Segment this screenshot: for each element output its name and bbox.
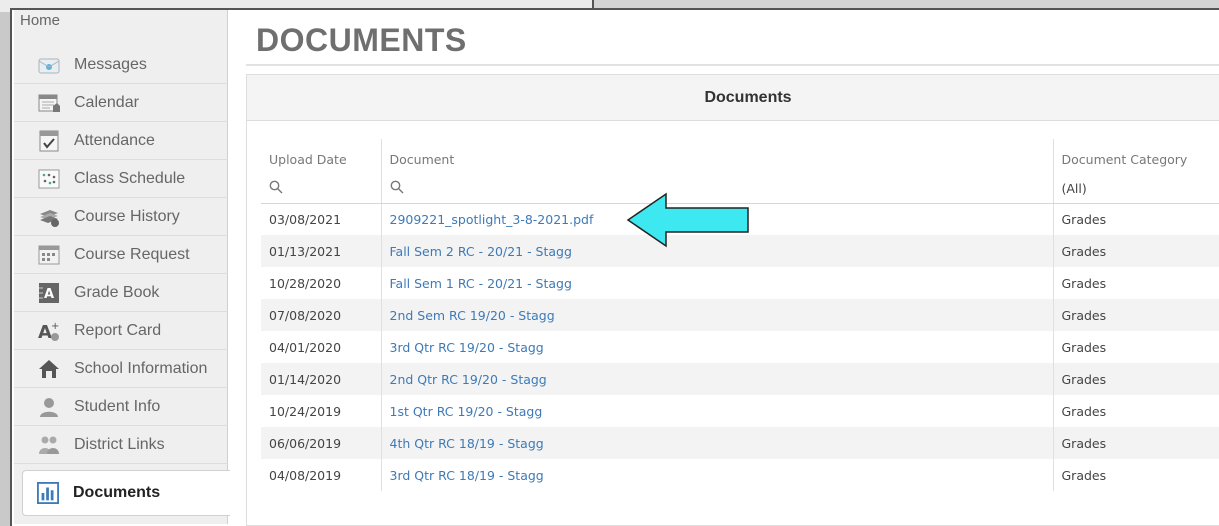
column-header-upload-date[interactable]: Upload Date	[261, 139, 382, 175]
course-request-icon	[38, 244, 60, 266]
sidebar-item-label: Course Request	[74, 245, 190, 263]
school-house-icon	[38, 358, 60, 380]
panel-title: Documents	[704, 88, 792, 106]
title-divider	[246, 64, 1219, 66]
document-cell: Fall Sem 1 RC - 20/21 - Stagg	[381, 267, 1054, 299]
document-cell: 4th Qtr RC 18/19 - Stagg	[381, 427, 1054, 459]
document-category-cell: Grades	[1061, 275, 1107, 291]
schedule-icon	[38, 168, 60, 190]
table-row: 07/08/2020 2nd Sem RC 19/20 - Stagg Grades	[261, 299, 1219, 331]
document-link[interactable]: 1st Qtr RC 19/20 - Stagg	[390, 404, 543, 419]
document-cell: 2nd Qtr RC 19/20 - Stagg	[381, 363, 1054, 395]
sidebar-item-label: Grade Book	[74, 283, 160, 301]
calendar-icon	[38, 92, 60, 114]
sidebar-item-label: Documents	[73, 484, 161, 501]
sidebar-item-label: District Links	[74, 435, 165, 453]
bar-chart-icon	[37, 482, 59, 504]
document-category-cell: Grades	[1061, 467, 1107, 483]
document-cell: 2nd Sem RC 19/20 - Stagg	[381, 299, 1054, 331]
document-category-cell: Grades	[1061, 339, 1107, 355]
document-link[interactable]: 3rd Qtr RC 18/19 - Stagg	[390, 468, 544, 483]
annotation-arrow-icon	[626, 192, 750, 253]
search-icon	[269, 180, 283, 197]
sidebar-item-report-card[interactable]: A + Report Card	[14, 312, 228, 350]
gradebook-icon: A	[38, 282, 60, 304]
upload-date-cell: 06/06/2019	[261, 427, 382, 459]
sidebar-item-district-links[interactable]: District Links	[14, 426, 228, 464]
sidebar-item-label: Report Card	[74, 321, 162, 339]
document-category-cell: Grades	[1053, 427, 1219, 459]
sidebar-item-messages[interactable]: Messages	[14, 46, 228, 84]
document-category-cell: Grades	[1053, 235, 1219, 267]
sidebar-item-attendance[interactable]: Attendance	[14, 122, 228, 160]
upload-date-cell: 07/08/2020	[261, 299, 382, 331]
category-filter-select[interactable]: (All)	[1053, 175, 1219, 204]
sidebar-item-label: School Information	[74, 359, 208, 377]
document-link[interactable]: Fall Sem 2 RC - 20/21 - Stagg	[390, 244, 572, 259]
search-icon	[390, 180, 404, 197]
sidebar-item-label: Attendance	[74, 131, 155, 149]
upload-date-cell: 10/28/2020	[261, 267, 382, 299]
upload-date-cell: 04/08/2019	[261, 459, 382, 491]
books-icon	[38, 206, 60, 228]
sidebar-item-calendar[interactable]: Calendar	[14, 84, 228, 122]
envelope-icon	[38, 54, 60, 76]
report-card-icon: A +	[38, 320, 60, 342]
sidebar-item-course-history[interactable]: Course History	[14, 198, 228, 236]
sidebar-item-course-request[interactable]: Course Request	[14, 236, 228, 274]
column-header-document-category[interactable]: Document Category	[1053, 139, 1219, 175]
page-title: DOCUMENTS	[256, 22, 467, 58]
document-link[interactable]: 2nd Sem RC 19/20 - Stagg	[390, 308, 555, 323]
attendance-checklist-icon	[38, 130, 60, 152]
sidebar-item-label: Course History	[74, 207, 180, 225]
panel-header: Documents	[247, 75, 1219, 121]
sidebar-item-school-information[interactable]: School Information	[14, 350, 228, 388]
sidebar-item-documents[interactable]: Documents	[22, 470, 230, 516]
person-icon	[38, 396, 60, 418]
document-cell: 3rd Qtr RC 18/19 - Stagg	[381, 459, 1054, 491]
document-cell: 1st Qtr RC 19/20 - Stagg	[381, 395, 1054, 427]
document-cell: 3rd Qtr RC 19/20 - Stagg	[381, 331, 1054, 363]
sidebar-item-home[interactable]: Home	[20, 12, 60, 34]
upload-date-cell: 10/24/2019	[261, 395, 382, 427]
table-row: 04/01/2020 3rd Qtr RC 19/20 - Stagg Grades	[261, 331, 1219, 363]
sidebar-nav: Home Messages Calendar Attendance Class …	[14, 10, 230, 524]
table-row: 01/14/2020 2nd Qtr RC 19/20 - Stagg Grades	[261, 363, 1219, 395]
document-category-cell: Grades	[1053, 299, 1219, 331]
upload-date-cell: 01/13/2021	[261, 235, 382, 267]
document-category-cell: Grades	[1061, 403, 1107, 419]
svg-text:A: A	[38, 322, 52, 342]
document-category-cell: Grades	[1053, 363, 1219, 395]
svg-text:+: +	[51, 321, 59, 332]
document-link[interactable]: 2nd Qtr RC 19/20 - Stagg	[390, 372, 547, 387]
document-link[interactable]: Fall Sem 1 RC - 20/21 - Stagg	[390, 276, 572, 291]
document-link[interactable]: 2909221_spotlight_3-8-2021.pdf	[390, 212, 594, 227]
table-row: 06/06/2019 4th Qtr RC 18/19 - Stagg Grades	[261, 427, 1219, 459]
table-row: 04/08/2019 3rd Qtr RC 18/19 - Stagg Grades	[261, 459, 1219, 491]
table-row: 10/24/2019 1st Qtr RC 19/20 - Stagg Grades	[261, 395, 1219, 427]
people-icon	[38, 434, 60, 456]
column-header-document[interactable]: Document	[381, 139, 1054, 175]
sidebar-item-label: Calendar	[74, 93, 139, 111]
document-category-cell: Grades	[1061, 211, 1107, 227]
table-row: 10/28/2020 Fall Sem 1 RC - 20/21 - Stagg G…	[261, 267, 1219, 299]
upload-date-cell: 01/14/2020	[261, 363, 382, 395]
sidebar-item-student-info[interactable]: Student Info	[14, 388, 228, 426]
documents-panel: Documents Upload Date Document Document …	[246, 74, 1219, 526]
document-link[interactable]: 3rd Qtr RC 19/20 - Stagg	[390, 340, 544, 355]
sidebar-item-class-schedule[interactable]: Class Schedule	[14, 160, 228, 198]
sidebar-item-label: Class Schedule	[74, 169, 186, 187]
sidebar-item-label: Student Info	[74, 397, 161, 415]
document-link[interactable]: 4th Qtr RC 18/19 - Stagg	[390, 436, 544, 451]
upload-date-filter[interactable]	[261, 175, 382, 204]
svg-text:A: A	[44, 287, 54, 302]
upload-date-cell: 04/01/2020	[261, 331, 382, 363]
upload-date-cell: 03/08/2021	[261, 203, 382, 235]
sidebar-item-label: Messages	[74, 55, 147, 73]
sidebar-item-grade-book[interactable]: A Grade Book	[14, 274, 228, 312]
